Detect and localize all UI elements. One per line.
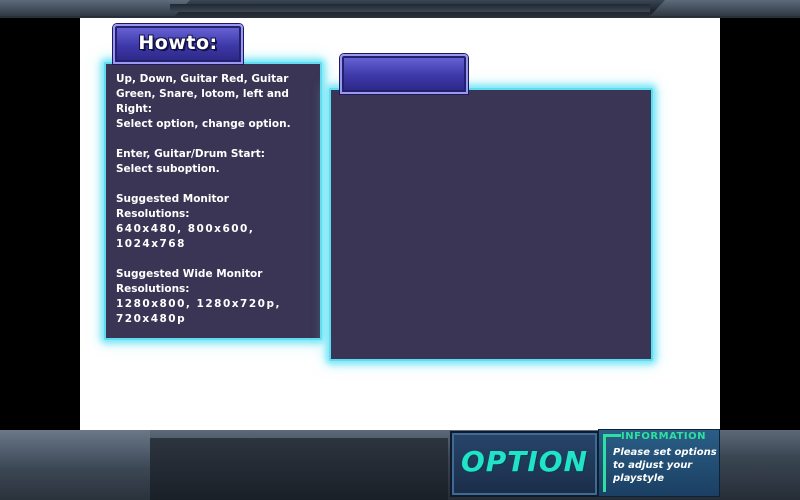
howto-line: Enter, Guitar/Drum Start: [116, 148, 265, 160]
detail-panel [329, 88, 653, 361]
howto-title: Howto: [138, 32, 218, 54]
howto-line: Resolutions: [116, 283, 190, 295]
information-heading: INFORMATION [621, 431, 706, 442]
howto-line: Green, Snare, lotom, left and [116, 88, 289, 100]
howto-line: Right: [116, 103, 152, 115]
detail-title-tab [340, 54, 468, 94]
howto-spacer [116, 252, 312, 267]
howto-line: Suggested Wide Monitor [116, 268, 263, 280]
howto-line: 1280x800, 1280x720p, [116, 298, 281, 310]
information-box: INFORMATION Please set options to adjust… [598, 429, 720, 497]
information-message: Please set options to adjust your playst… [613, 447, 717, 484]
howto-line: 1024x768 [116, 238, 186, 250]
howto-line: 720x480p [116, 313, 187, 325]
howto-line: 640x480, 800x600, [116, 223, 255, 235]
information-accent-top [603, 434, 621, 437]
option-button[interactable]: OPTION [450, 431, 599, 497]
top-bar-rail [170, 4, 650, 12]
howto-title-tab: Howto: [113, 24, 243, 64]
top-bar-left-tab [0, 0, 190, 16]
howto-line: Suggested Monitor [116, 193, 229, 205]
howto-spacer [116, 177, 312, 192]
option-label: OPTION [460, 445, 589, 478]
top-bar [0, 0, 800, 18]
howto-line: Resolutions: [116, 208, 190, 220]
bottom-bar-left-block [0, 430, 150, 500]
howto-line: Up, Down, Guitar Red, Guitar [116, 73, 289, 85]
howto-instructions: Up, Down, Guitar Red, Guitar Green, Snar… [116, 72, 312, 327]
top-bar-right-tab [650, 0, 800, 16]
information-accent [603, 434, 606, 492]
howto-line: Select suboption. [116, 163, 220, 175]
howto-spacer [116, 132, 312, 147]
howto-line: Select option, change option. [116, 118, 291, 130]
bottom-bar-inset [150, 438, 448, 500]
